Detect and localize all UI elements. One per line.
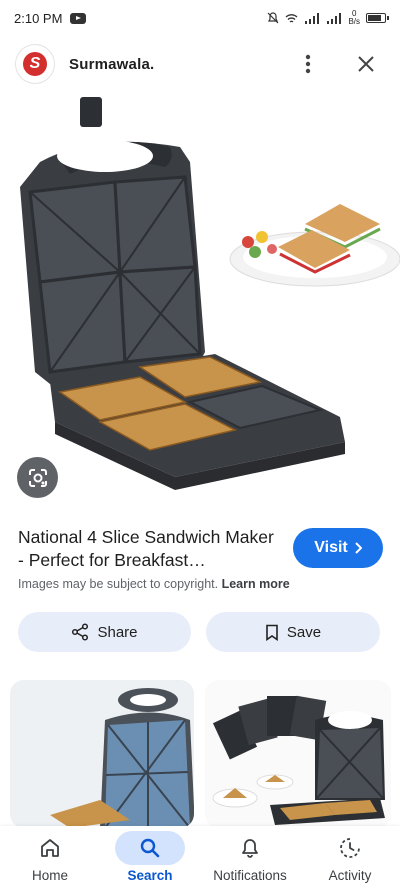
bottom-nav: Home Search Notifications Activity (0, 826, 400, 888)
bookmark-icon (266, 624, 278, 641)
product-title[interactable]: National 4 Slice Sandwich Maker - Perfec… (18, 526, 283, 572)
google-lens-button[interactable] (17, 457, 58, 498)
nav-notifications[interactable]: Notifications (200, 826, 300, 888)
mute-icon (268, 12, 279, 24)
close-icon[interactable] (348, 46, 384, 82)
bell-icon (242, 839, 258, 858)
battery-icon (366, 13, 389, 23)
network-speed: 0 B/s (348, 9, 360, 26)
nav-home-label: Home (31, 868, 68, 883)
nav-notifications-icon-wrap (215, 831, 285, 865)
visit-button[interactable]: Visit (293, 528, 383, 568)
home-icon (41, 839, 59, 857)
related-image-2[interactable] (205, 680, 391, 828)
share-button[interactable]: Share (18, 612, 191, 652)
learn-more-link[interactable]: Learn more (222, 577, 290, 591)
wifi-icon (285, 13, 298, 23)
signal-2-icon (327, 12, 342, 24)
header: S Surmawala. (0, 36, 400, 92)
nav-home[interactable]: Home (0, 826, 100, 888)
activity-icon (340, 838, 360, 858)
nav-activity-icon-wrap (315, 831, 385, 865)
nav-activity[interactable]: Activity (300, 826, 400, 888)
visit-label: Visit (314, 539, 348, 556)
status-bar: 2:10 PM 0 B/s (0, 0, 400, 36)
save-label: Save (286, 623, 322, 641)
status-icons: 0 B/s (267, 9, 389, 26)
site-logo-mark: S (23, 52, 47, 76)
share-icon (72, 623, 89, 641)
related-sandwich-maker-plates (205, 680, 391, 828)
copyright-text: Images may be subject to copyright. (18, 577, 219, 591)
site-name[interactable]: Surmawala. (69, 56, 154, 73)
header-actions (290, 46, 384, 82)
nav-home-icon-wrap (15, 831, 85, 865)
nav-search-label: Search (127, 868, 173, 883)
more-options-icon[interactable] (290, 46, 326, 82)
nav-activity-label: Activity (328, 868, 372, 883)
copyright-notice: Images may be subject to copyright. Lear… (18, 577, 290, 591)
chevron-right-icon (355, 542, 362, 554)
search-icon (140, 838, 160, 858)
related-sandwich-maker-blue (10, 680, 194, 828)
save-button[interactable]: Save (206, 612, 380, 652)
lens-icon (28, 468, 47, 487)
status-time: 2:10 PM (14, 10, 63, 26)
youtube-notification-icon (70, 12, 87, 24)
nav-notifications-label: Notifications (213, 868, 287, 883)
nav-search[interactable]: Search (100, 826, 200, 888)
sandwich-maker-illustration (20, 97, 400, 490)
nav-search-icon-wrap (115, 831, 185, 865)
product-image[interactable] (0, 92, 400, 510)
site-logo[interactable]: S (16, 45, 54, 83)
share-label: Share (97, 623, 138, 641)
signal-1-icon (305, 12, 320, 24)
related-image-1[interactable] (10, 680, 194, 828)
